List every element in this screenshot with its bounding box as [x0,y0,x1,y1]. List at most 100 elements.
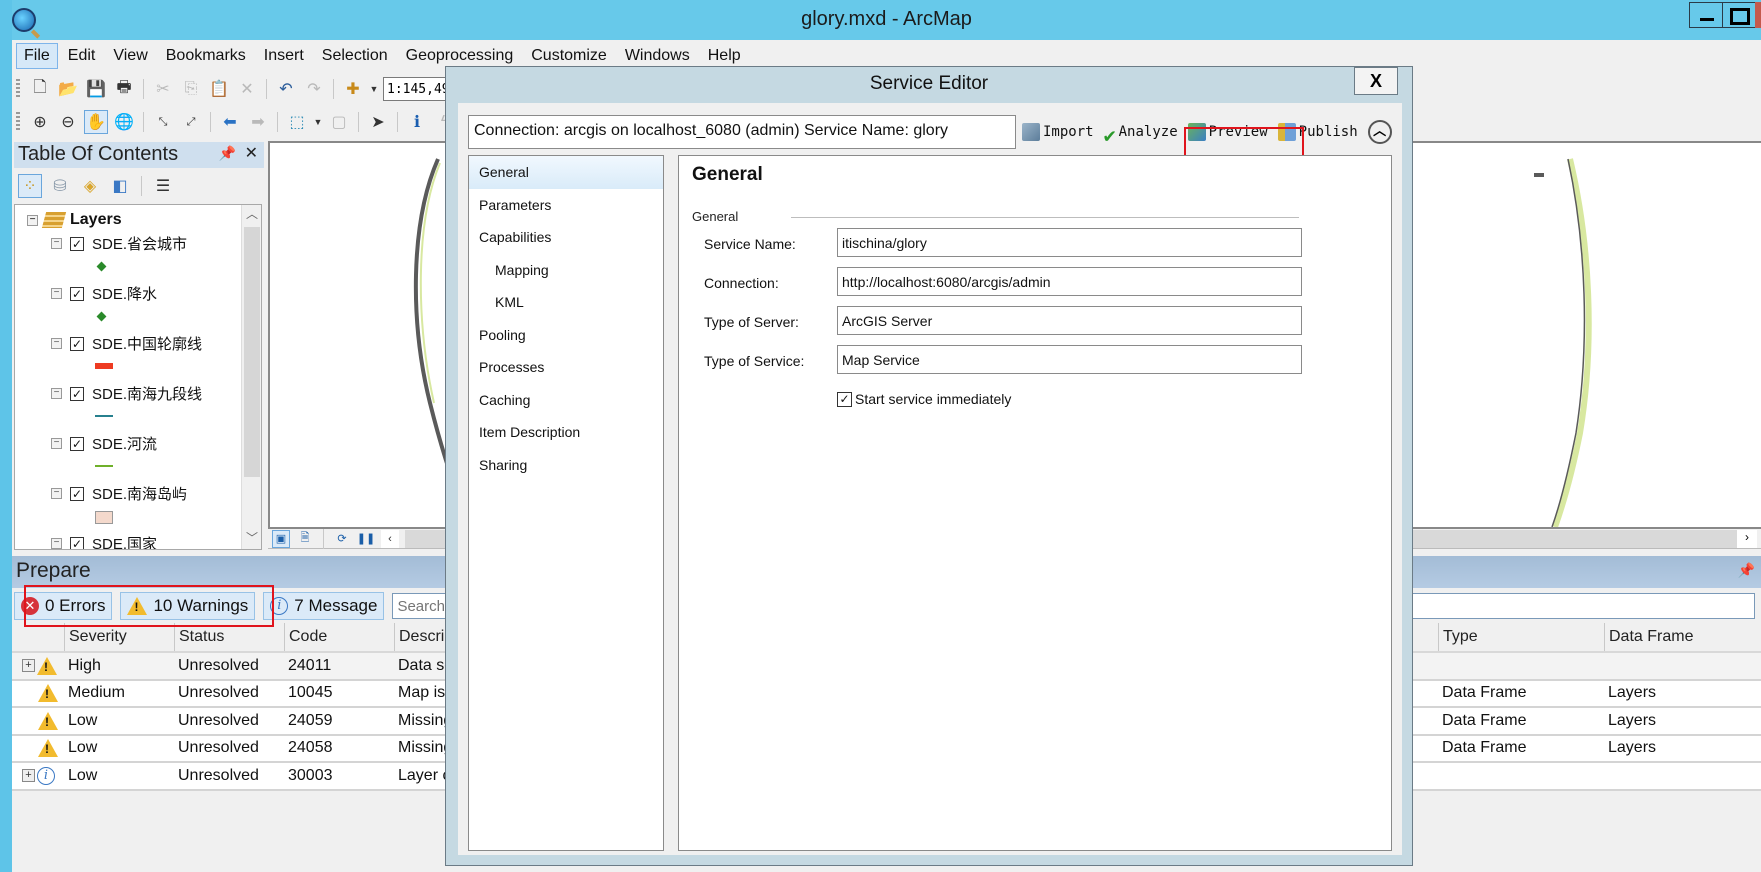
maximize-button[interactable] [1722,2,1756,28]
server-type-field[interactable] [837,306,1302,335]
scroll-left-icon[interactable]: ‹ [381,529,399,548]
collapse-icon[interactable]: − [51,538,62,549]
scroll-thumb[interactable] [244,227,260,477]
add-data-icon[interactable]: ✚ [341,77,365,101]
expand-icon[interactable]: + [22,659,35,673]
layer-item[interactable]: − ✓ SDE.降水 [51,283,251,333]
connection-field[interactable] [837,267,1302,296]
layer-visibility-checkbox[interactable]: ✓ [70,536,84,549]
messages-filter-button[interactable]: i 7 Message [263,592,385,620]
pan-hand-icon[interactable]: ✋ [84,110,108,134]
layers-root[interactable]: − Layers [27,211,122,229]
paste-icon[interactable]: 📋 [207,77,231,101]
identify-info-icon[interactable]: ℹ [405,110,429,134]
nav-item-item-description[interactable]: Item Description [469,416,663,449]
cut-icon[interactable]: ✂ [151,77,175,101]
scroll-right-icon[interactable]: › [1737,529,1757,548]
analyze-button[interactable]: ✔ Analyze [1104,123,1178,147]
layer-item[interactable]: − ✓ SDE.南海岛屿 [51,483,251,533]
collapse-icon[interactable]: − [51,288,62,299]
collapse-icon[interactable]: − [51,238,62,249]
nav-item-capabilities[interactable]: Capabilities [469,221,663,254]
delete-icon[interactable]: ✕ [235,77,259,101]
column-header-status[interactable]: Status [174,623,284,651]
zoom-out-icon[interactable]: ⊖ [56,110,80,134]
back-arrow-icon[interactable]: ⬅ [218,110,242,134]
collapse-chevron-up-icon[interactable]: ︿ [1367,120,1392,144]
layer-item[interactable]: − ✓ SDE.南海九段线 [51,383,251,433]
menu-view[interactable]: View [105,43,155,69]
collapse-icon[interactable]: − [51,338,62,349]
collapse-icon[interactable]: − [51,388,62,399]
list-by-selection-icon[interactable]: ◧ [108,174,132,198]
open-folder-icon[interactable]: 📂 [56,77,80,101]
refresh-icon[interactable]: ⟳ [333,530,351,548]
select-features-icon[interactable]: ⬚ [285,110,309,134]
nav-item-parameters[interactable]: Parameters [469,189,663,222]
collapse-icon[interactable]: − [51,488,62,499]
service-name-field[interactable] [837,228,1302,257]
zoom-in-icon[interactable]: ⊕ [28,110,52,134]
nav-item-mapping[interactable]: Mapping [469,254,663,287]
layer-visibility-checkbox[interactable]: ✓ [70,286,84,301]
layer-item[interactable]: − ✓ SDE.省会城市 [51,233,251,283]
nav-item-general[interactable]: General [469,156,663,189]
title-bar[interactable]: glory.mxd - ArcMap [12,0,1761,40]
fixed-zoom-in-icon[interactable]: ⤡ [151,110,175,134]
scroll-down-icon[interactable]: ﹀ [242,529,261,549]
nav-item-pooling[interactable]: Pooling [469,319,663,352]
layer-item[interactable]: − ✓ SDE.中国轮廓线 [51,333,251,383]
pin-icon[interactable]: 📌 [1738,562,1755,579]
column-header-code[interactable]: Code [284,623,394,651]
service-type-field[interactable] [837,345,1302,374]
layer-visibility-checkbox[interactable]: ✓ [70,436,84,451]
toolbar-grip[interactable] [16,79,20,99]
save-icon[interactable]: 💾 [84,77,108,101]
start-service-checkbox-row[interactable]: ✓ Start service immediately [837,391,1011,407]
toc-scrollbar[interactable]: ︿ ﹀ [241,205,261,549]
full-extent-globe-icon[interactable]: 🌐 [112,110,136,134]
menu-edit[interactable]: Edit [60,43,104,69]
menu-file[interactable]: File [16,43,58,69]
layer-item[interactable]: − ✓ SDE.国家 [51,533,251,549]
close-button[interactable] [1755,2,1761,28]
dialog-close-button[interactable]: X [1354,67,1398,95]
menu-selection[interactable]: Selection [314,43,396,69]
nav-item-sharing[interactable]: Sharing [469,449,663,482]
clear-selection-icon[interactable]: ▢ [327,110,351,134]
minimize-button[interactable] [1689,2,1723,28]
dialog-title[interactable]: Service Editor [446,67,1412,103]
fixed-zoom-out-icon[interactable]: ⤢ [179,110,203,134]
scroll-up-icon[interactable]: ︿ [242,205,261,225]
import-button[interactable]: Import [1022,123,1094,141]
list-by-visibility-icon[interactable]: ◈ [78,174,102,198]
pause-drawing-icon[interactable]: ❚❚ [357,530,375,548]
menu-insert[interactable]: Insert [256,43,312,69]
column-header-type[interactable]: Type [1438,623,1604,651]
close-icon[interactable]: ✕ [245,143,258,163]
layer-item[interactable]: − ✓ SDE.河流 [51,433,251,483]
data-view-icon[interactable]: ▣ [272,529,290,548]
layer-visibility-checkbox[interactable]: ✓ [70,386,84,401]
forward-arrow-icon[interactable]: ➡ [246,110,270,134]
undo-icon[interactable]: ↶ [274,77,298,101]
column-header-severity[interactable]: Severity [64,623,174,651]
collapse-icon[interactable]: − [27,214,38,226]
menu-bookmarks[interactable]: Bookmarks [158,43,254,69]
dropdown-arrow-icon[interactable]: ▼ [369,77,379,101]
nav-item-processes[interactable]: Processes [469,351,663,384]
nav-item-caching[interactable]: Caching [469,384,663,417]
dropdown-arrow-icon[interactable]: ▼ [313,110,323,134]
list-by-drawing-order-icon[interactable]: ⁘ [18,174,42,198]
layer-visibility-checkbox[interactable]: ✓ [70,486,84,501]
select-elements-arrow-icon[interactable]: ➤ [366,110,390,134]
toolbar-grip[interactable] [16,112,20,132]
expand-icon[interactable]: + [22,769,35,783]
new-document-icon[interactable]: 🗋 [28,77,52,101]
collapse-icon[interactable]: − [51,438,62,449]
options-icon[interactable]: ☰ [151,174,175,198]
column-header-data-frame[interactable]: Data Frame [1604,623,1754,651]
start-service-checkbox[interactable]: ✓ [837,391,852,407]
layout-view-icon[interactable]: 🗎 [296,530,314,548]
list-by-source-icon[interactable]: ⛁ [48,174,72,198]
